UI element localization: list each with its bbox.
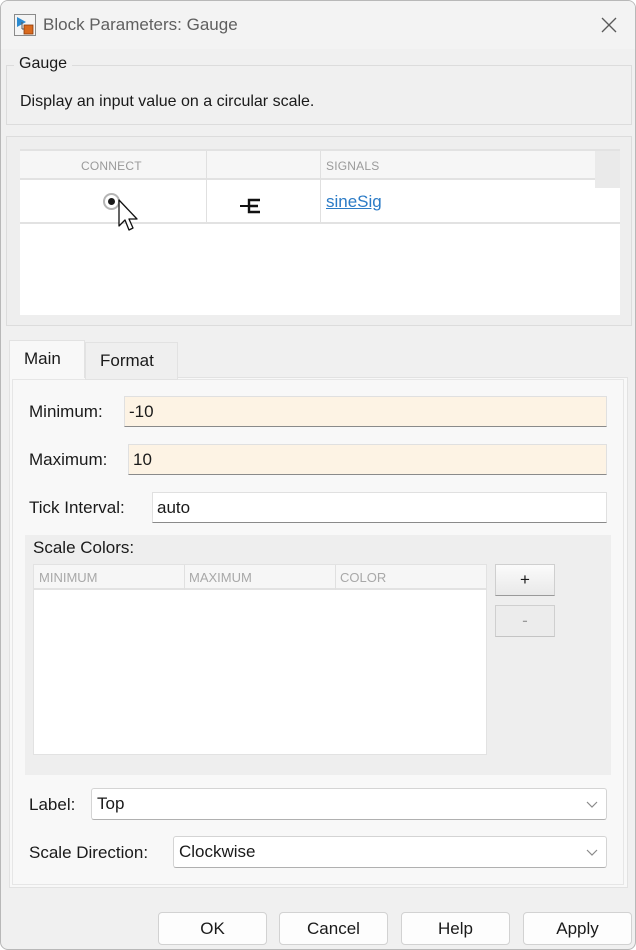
cancel-button[interactable]: Cancel [279, 912, 388, 945]
row-divider [20, 222, 620, 224]
chevron-down-icon [586, 801, 598, 808]
label-position-label: Label: [29, 795, 76, 814]
column-header-signals: SIGNALS [326, 159, 380, 173]
scale-colors-title: Scale Colors: [33, 538, 135, 557]
tick-interval-input[interactable] [152, 492, 607, 523]
label-position-value: Top [97, 794, 125, 813]
scale-direction-value: Clockwise [179, 842, 256, 861]
column-header-color: COLOR [340, 570, 387, 585]
help-button[interactable]: Help [401, 912, 510, 945]
minimum-input[interactable] [124, 396, 607, 427]
signal-port-icon [240, 198, 260, 214]
column-divider [206, 151, 207, 223]
minimum-label: Minimum: [29, 402, 103, 421]
scale-direction-label: Scale Direction: [29, 843, 149, 862]
ok-button[interactable]: OK [158, 912, 267, 945]
tab-format[interactable]: Format [85, 342, 178, 380]
scale-direction-dropdown[interactable]: Clockwise [173, 836, 607, 868]
column-divider [184, 565, 185, 590]
signal-table: CONNECT SIGNALS sineSig [20, 149, 620, 315]
title-bar: Block Parameters: Gauge [1, 1, 635, 49]
remove-scale-color-button[interactable]: - [495, 605, 555, 637]
apply-button[interactable]: Apply [523, 912, 632, 945]
add-scale-color-button[interactable]: + [495, 564, 555, 596]
maximum-input[interactable] [128, 444, 607, 475]
tick-interval-label: Tick Interval: [29, 498, 125, 517]
block-parameters-dialog: Block Parameters: Gauge Gauge Display an… [0, 0, 636, 950]
column-divider [335, 565, 336, 590]
column-header-minimum: MINIMUM [39, 570, 98, 585]
label-position-dropdown[interactable]: Top [91, 788, 607, 820]
column-header-connect: CONNECT [81, 159, 142, 173]
simulink-block-icon [14, 14, 36, 36]
signal-table-header: CONNECT SIGNALS [20, 151, 595, 180]
column-divider [320, 151, 321, 223]
scale-colors-table[interactable]: MINIMUM MAXIMUM COLOR [33, 564, 487, 755]
maximum-label: Maximum: [29, 450, 108, 469]
column-header-maximum: MAXIMUM [189, 570, 252, 585]
mouse-pointer-icon [118, 199, 138, 231]
group-legend: Gauge [14, 55, 73, 73]
header-scroll-corner [595, 151, 620, 188]
block-description: Display an input value on a circular sca… [20, 93, 315, 110]
chevron-down-icon [586, 849, 598, 856]
tab-main[interactable]: Main [9, 340, 85, 378]
close-icon[interactable] [597, 13, 621, 37]
window-title: Block Parameters: Gauge [43, 15, 238, 34]
scale-colors-header: MINIMUM MAXIMUM COLOR [34, 565, 486, 590]
signal-link-sinesig[interactable]: sineSig [326, 192, 382, 212]
